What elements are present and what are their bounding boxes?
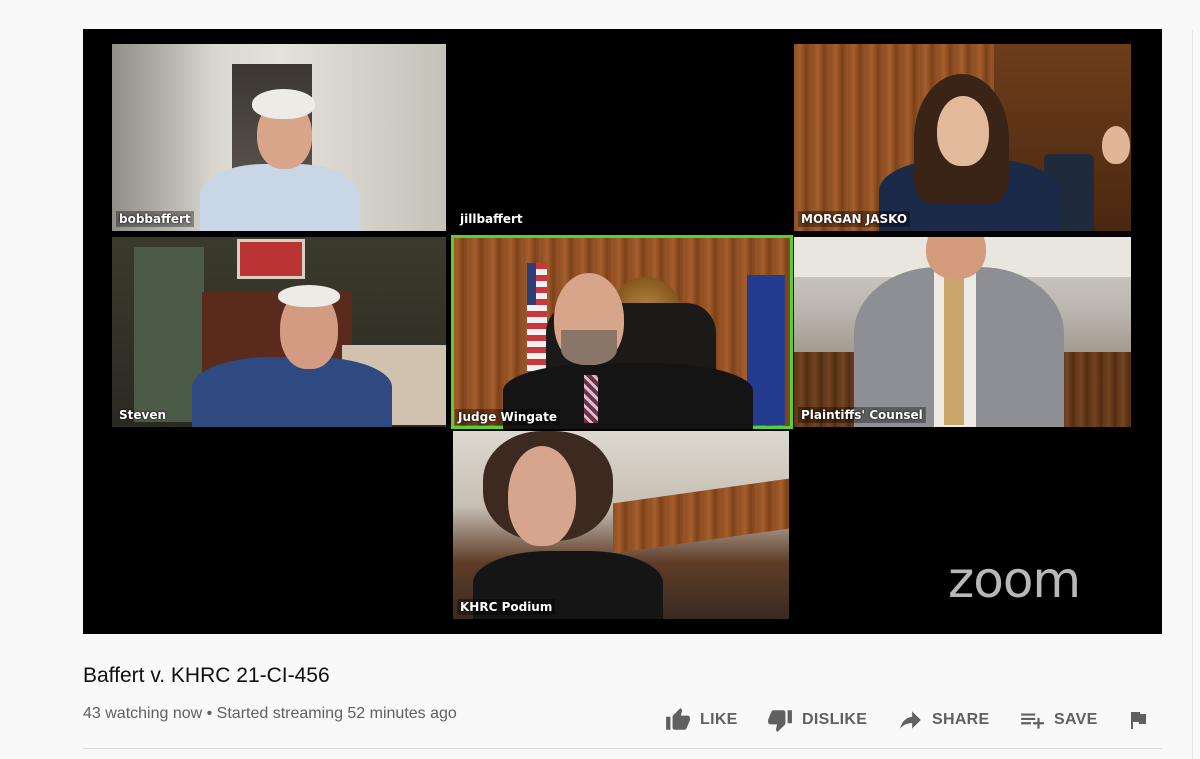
participant-figure — [278, 285, 340, 307]
participant-name: jillbaffert — [460, 212, 523, 226]
participant-name: Judge Wingate — [455, 409, 560, 425]
playlist-add-icon — [1018, 707, 1046, 733]
like-button[interactable]: LIKE — [664, 705, 744, 735]
like-label: LIKE — [700, 711, 738, 728]
participant-figure — [937, 96, 989, 166]
participant-tile-jillbaffert: jillbaffert — [453, 44, 787, 231]
section-divider — [83, 748, 1162, 749]
zoom-watermark: zoom — [948, 551, 1081, 609]
save-button[interactable]: SAVE — [1018, 705, 1108, 735]
background-ceiling-beam — [613, 478, 789, 554]
participant-figure — [200, 164, 360, 231]
report-button[interactable] — [1126, 705, 1156, 735]
participant-name: KHRC Podium — [457, 599, 556, 615]
judge-tie — [584, 375, 598, 423]
save-label: SAVE — [1054, 711, 1098, 728]
share-arrow-icon — [896, 707, 924, 733]
video-player[interactable]: bobbaffert jillbaffert MORGAN JASKO Stev… — [83, 29, 1162, 634]
video-meta: 43 watching now • Started streaming 52 m… — [83, 705, 457, 722]
participant-tile-judge-wingate: Judge Wingate — [451, 235, 793, 429]
participant-tile-bobbaffert: bobbaffert — [112, 44, 446, 231]
flag-icon — [1126, 708, 1150, 732]
share-button[interactable]: SHARE — [896, 705, 996, 735]
participant-figure — [192, 357, 392, 427]
counsel-tie — [944, 277, 964, 425]
participant-name: MORGAN JASKO — [798, 211, 911, 227]
judge-beard — [561, 330, 617, 365]
participant-name: Plaintiffs' Counsel — [798, 407, 926, 423]
participant-tile-steven: Steven — [112, 237, 446, 427]
dislike-button[interactable]: DISLIKE — [766, 705, 876, 735]
page-edge — [1192, 30, 1200, 759]
participant-tile-plaintiffs-counsel: Plaintiffs' Counsel — [794, 237, 1131, 427]
participant-tile-morgan-jasko: MORGAN JASKO — [794, 44, 1131, 231]
participant-tile-khrc-podium: KHRC Podium — [453, 431, 789, 619]
video-title: Baffert v. KHRC 21-CI-456 — [83, 664, 330, 687]
participant-figure — [508, 446, 576, 546]
background-painting — [237, 239, 305, 279]
dislike-label: DISLIKE — [802, 711, 868, 728]
participant-figure — [1102, 126, 1130, 164]
participant-name: Steven — [119, 408, 167, 422]
thumbs-down-icon — [766, 707, 794, 733]
us-flag — [527, 263, 547, 383]
share-label: SHARE — [932, 711, 990, 728]
participant-name: bobbaffert — [116, 211, 194, 227]
thumbs-up-icon — [664, 707, 692, 733]
participant-figure — [252, 89, 315, 119]
